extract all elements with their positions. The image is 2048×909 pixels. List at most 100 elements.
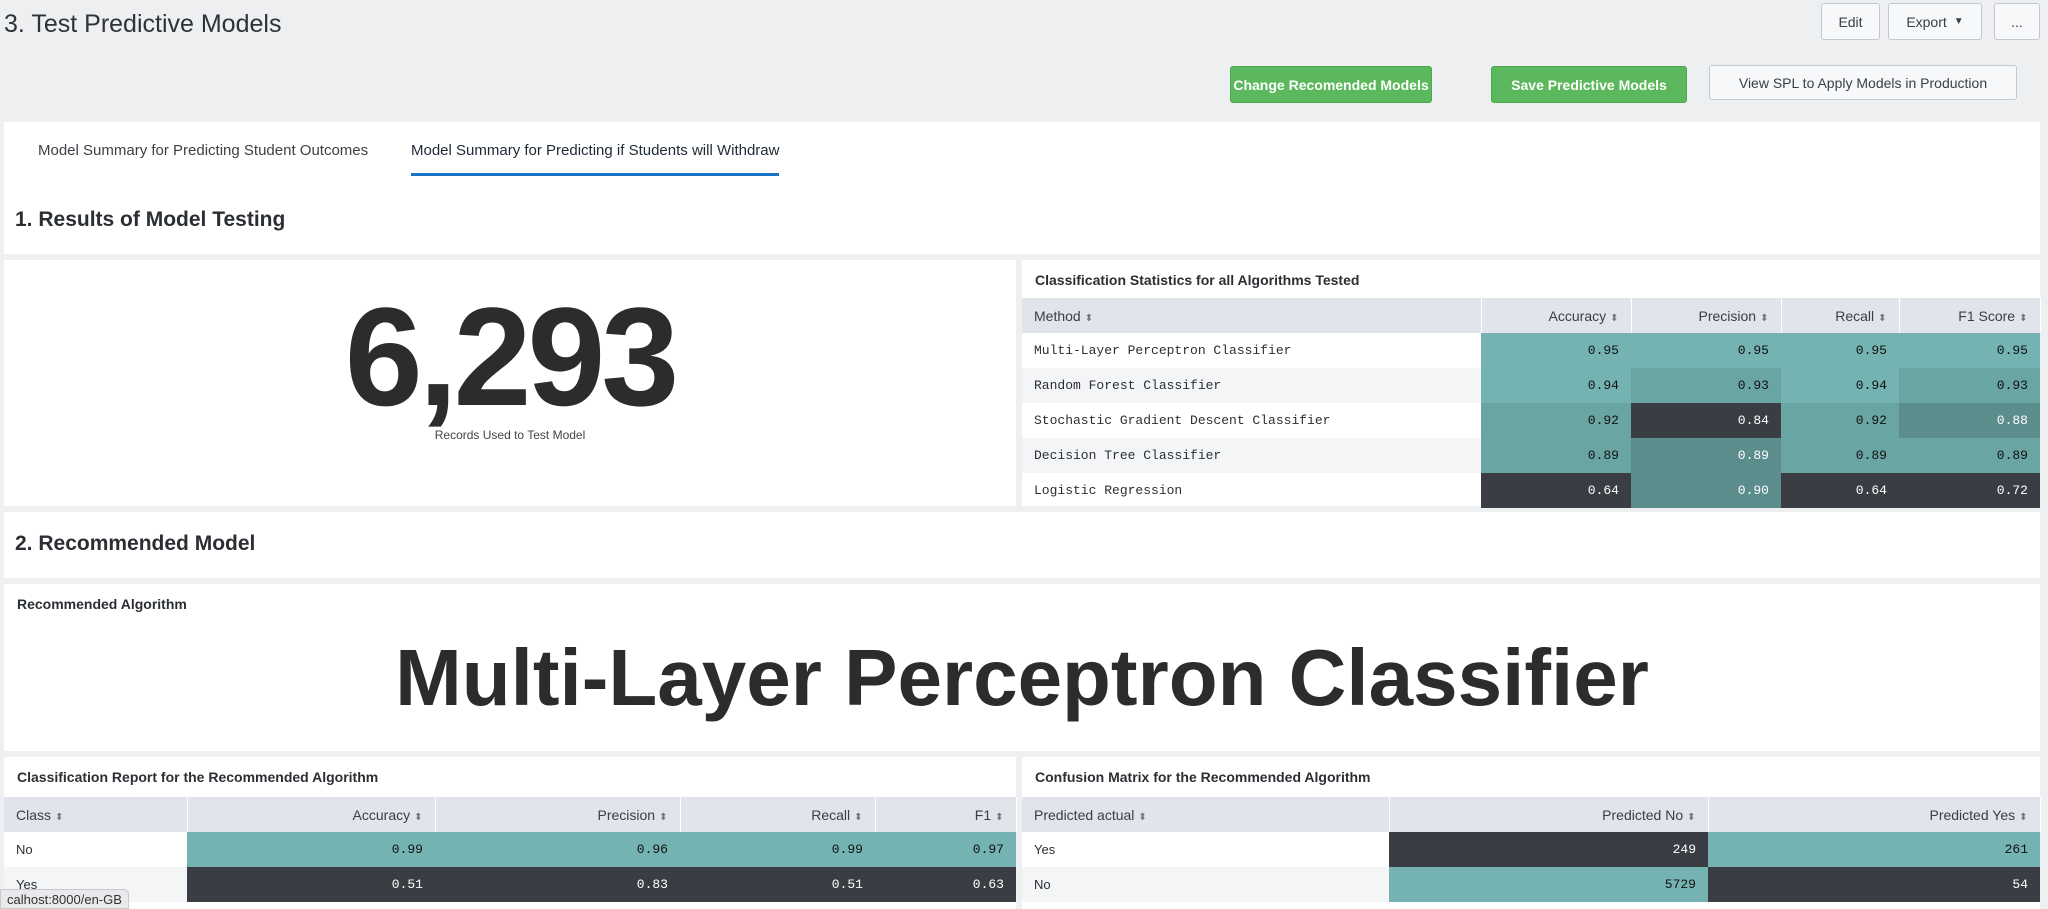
sort-icon: ⬍ bbox=[1878, 312, 1887, 324]
sort-icon: ⬍ bbox=[1084, 312, 1094, 324]
f1-cell: 0.72 bbox=[1899, 473, 2040, 508]
f1-cell: 0.89 bbox=[1899, 438, 2040, 473]
predicted-yes-cell: 54 bbox=[1708, 867, 2040, 902]
column-header-f1-score[interactable]: F1 Score ⬍ bbox=[1899, 298, 2041, 333]
recall-cell: 0.51 bbox=[680, 867, 875, 902]
method-cell: Decision Tree Classifier bbox=[1022, 438, 1481, 473]
change-recommended-models-button[interactable]: Change Recomended Models bbox=[1230, 66, 1432, 103]
actual-cell: Yes bbox=[1034, 842, 1056, 857]
recall-cell: 0.95 bbox=[1781, 333, 1899, 368]
more-button[interactable]: ... bbox=[1994, 3, 2040, 40]
column-header-recall[interactable]: Recall ⬍ bbox=[680, 797, 876, 832]
column-header-accuracy[interactable]: Accuracy ⬍ bbox=[187, 797, 436, 832]
method-cell: Stochastic Gradient Descent Classifier bbox=[1034, 413, 1331, 428]
class-cell: No bbox=[16, 842, 33, 857]
classification-report-panel: Classification Report for the Recommende… bbox=[4, 757, 1017, 909]
page-title: 3. Test Predictive Models bbox=[4, 10, 282, 38]
export-label: Export bbox=[1906, 13, 1947, 30]
recommended-model-header-panel: 2. Recommended Model bbox=[4, 512, 2040, 578]
tabs-panel: Model Summary for Predicting Student Out… bbox=[4, 122, 2040, 254]
stats-table: Method ⬍ Accuracy ⬍ Precision ⬍ Recall ⬍ F1 … bbox=[1022, 298, 2041, 508]
predicted-no-cell: 249 bbox=[1389, 832, 1708, 867]
column-header-class[interactable]: Class ⬍ bbox=[4, 797, 188, 832]
accuracy-cell: 0.89 bbox=[1481, 438, 1631, 473]
column-header-predicted-yes[interactable]: Predicted Yes ⬍ bbox=[1708, 797, 2041, 832]
column-header-recall[interactable]: Recall ⬍ bbox=[1781, 298, 1900, 333]
column-header-predicted-no[interactable]: Predicted No ⬍ bbox=[1389, 797, 1709, 832]
edit-button[interactable]: Edit bbox=[1821, 3, 1880, 40]
table-row[interactable]: Random Forest Classifier 0.94 0.93 0.94 … bbox=[1022, 368, 2040, 403]
sort-icon: ⬍ bbox=[1610, 312, 1619, 324]
sort-icon: ⬍ bbox=[2019, 312, 2028, 324]
accuracy-cell: 0.95 bbox=[1481, 333, 1631, 368]
precision-cell: 0.96 bbox=[435, 832, 680, 867]
recall-cell: 0.94 bbox=[1781, 368, 1899, 403]
predicted-no-cell: 5729 bbox=[1389, 867, 1708, 902]
report-table-title: Classification Report for the Recommende… bbox=[17, 769, 379, 785]
sort-icon: ⬍ bbox=[854, 811, 863, 823]
save-predictive-models-button[interactable]: Save Predictive Models bbox=[1491, 66, 1687, 103]
sort-icon: ⬍ bbox=[659, 811, 668, 823]
precision-cell: 0.90 bbox=[1631, 473, 1781, 508]
table-row[interactable]: Stochastic Gradient Descent Classifier 0… bbox=[1022, 403, 2040, 438]
table-row[interactable]: Logistic Regression 0.64 0.90 0.64 0.72 bbox=[1022, 473, 2040, 508]
stats-table-title: Classification Statistics for all Algori… bbox=[1035, 272, 1360, 288]
column-header-precision[interactable]: Precision ⬍ bbox=[435, 797, 681, 832]
recall-cell: 0.64 bbox=[1781, 473, 1899, 508]
predicted-yes-cell: 261 bbox=[1708, 832, 2040, 867]
precision-cell: 0.95 bbox=[1631, 333, 1781, 368]
sort-icon: ⬍ bbox=[1687, 811, 1696, 823]
column-header-precision[interactable]: Precision ⬍ bbox=[1631, 298, 1782, 333]
recommended-algorithm-panel: Recommended Algorithm Multi-Layer Percep… bbox=[4, 584, 2040, 751]
f1-cell: 0.63 bbox=[875, 867, 1016, 902]
sort-icon: ⬍ bbox=[414, 811, 423, 823]
precision-cell: 0.84 bbox=[1631, 403, 1781, 438]
sort-icon: ⬍ bbox=[55, 811, 64, 823]
stats-panel: Classification Statistics for all Algori… bbox=[1022, 260, 2041, 508]
records-count: 6,293 bbox=[344, 278, 679, 435]
accuracy-cell: 0.94 bbox=[1481, 368, 1631, 403]
f1-cell: 0.88 bbox=[1899, 403, 2040, 438]
precision-cell: 0.83 bbox=[435, 867, 680, 902]
table-row[interactable]: No 0.99 0.96 0.99 0.97 bbox=[4, 832, 1016, 867]
column-header-f1[interactable]: F1 ⬍ bbox=[875, 797, 1017, 832]
export-button[interactable]: Export ▼ bbox=[1888, 3, 1982, 40]
precision-cell: 0.89 bbox=[1631, 438, 1781, 473]
tab-student-outcomes[interactable]: Model Summary for Predicting Student Out… bbox=[38, 142, 368, 173]
table-row[interactable]: Multi-Layer Perceptron Classifier 0.95 0… bbox=[1022, 333, 2040, 368]
confusion-matrix-panel: Confusion Matrix for the Recommended Alg… bbox=[1022, 757, 2041, 909]
column-header-accuracy[interactable]: Accuracy ⬍ bbox=[1481, 298, 1632, 333]
table-row[interactable]: Decision Tree Classifier 0.89 0.89 0.89 … bbox=[1022, 438, 2040, 473]
caret-down-icon: ▼ bbox=[1953, 16, 1964, 27]
f1-cell: 0.95 bbox=[1899, 333, 2040, 368]
accuracy-cell: 0.51 bbox=[187, 867, 435, 902]
recall-cell: 0.99 bbox=[680, 832, 875, 867]
column-header-method[interactable]: Method ⬍ bbox=[1022, 298, 1482, 333]
f1-cell: 0.97 bbox=[875, 832, 1016, 867]
recommended-algorithm-name: Multi-Layer Perceptron Classifier bbox=[395, 633, 1649, 722]
sort-icon: ⬍ bbox=[2019, 811, 2028, 823]
table-row[interactable]: No 5729 54 bbox=[1022, 867, 2040, 902]
view-spl-button[interactable]: View SPL to Apply Models in Production bbox=[1709, 65, 2017, 100]
method-cell: Random Forest Classifier bbox=[1022, 368, 1481, 403]
table-row[interactable]: Yes 0.51 0.83 0.51 0.63 bbox=[4, 867, 1016, 902]
method-cell: Multi-Layer Perceptron Classifier bbox=[1034, 343, 1292, 358]
tab-students-withdraw[interactable]: Model Summary for Predicting if Students… bbox=[411, 142, 780, 176]
method-cell: Logistic Regression bbox=[1034, 483, 1183, 498]
section-title-recommended: 2. Recommended Model bbox=[15, 532, 256, 555]
accuracy-cell: 0.92 bbox=[1481, 403, 1631, 438]
recall-cell: 0.89 bbox=[1781, 438, 1899, 473]
f1-cell: 0.93 bbox=[1899, 368, 2040, 403]
confusion-table: Predicted actual ⬍ Predicted No ⬍ Predicte… bbox=[1022, 797, 2041, 902]
sort-icon: ⬍ bbox=[1760, 312, 1769, 324]
accuracy-cell: 0.99 bbox=[187, 832, 435, 867]
column-header-predicted-actual[interactable]: Predicted actual ⬍ bbox=[1022, 797, 1390, 832]
section-title-results: 1. Results of Model Testing bbox=[15, 208, 286, 231]
table-row[interactable]: Yes 249 261 bbox=[1022, 832, 2040, 867]
accuracy-cell: 0.64 bbox=[1481, 473, 1631, 508]
records-panel: 6,293 Records Used to Test Model bbox=[4, 260, 1016, 506]
recommended-algorithm-title: Recommended Algorithm bbox=[17, 596, 187, 612]
report-table: Class ⬍ Accuracy ⬍ Precision ⬍ Recall ⬍ F1 ⬍ … bbox=[4, 797, 1017, 902]
confusion-table-title: Confusion Matrix for the Recommended Alg… bbox=[1035, 769, 1371, 785]
actual-cell: No bbox=[1022, 867, 1389, 902]
